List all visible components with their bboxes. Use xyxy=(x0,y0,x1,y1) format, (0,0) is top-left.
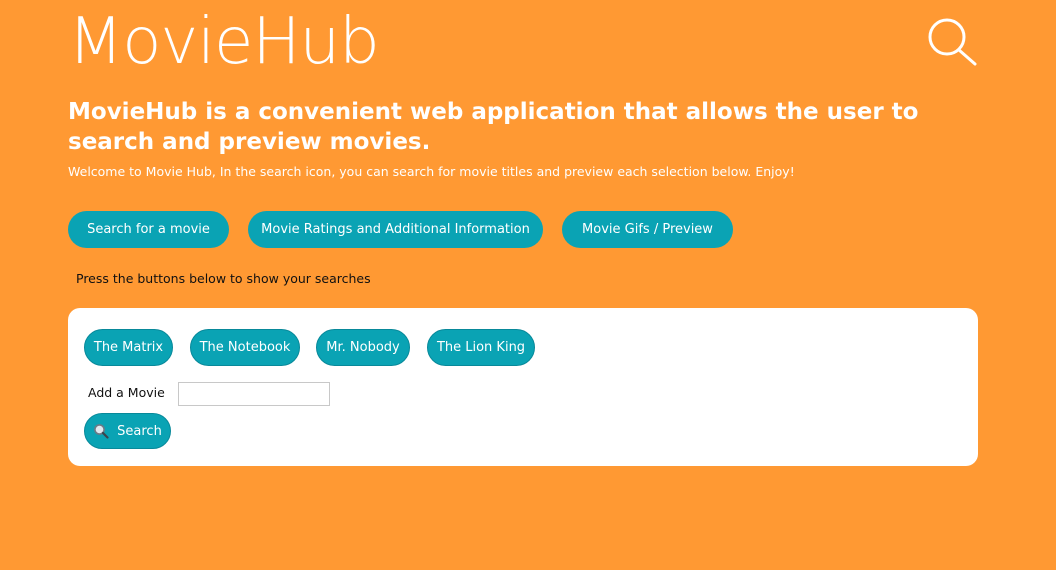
magnifier-icon xyxy=(93,423,109,439)
welcome-text: Welcome to Movie Hub, In the search icon… xyxy=(68,164,795,179)
site-logo: MovieHub xyxy=(68,5,380,79)
movie-button-mr-nobody[interactable]: Mr. Nobody xyxy=(316,329,410,366)
instruction-text: Press the buttons below to show your sea… xyxy=(76,271,371,286)
movie-button-the-lion-king[interactable]: The Lion King xyxy=(427,329,535,366)
search-button-label: Search xyxy=(117,423,162,439)
add-movie-label: Add a Movie xyxy=(88,385,165,400)
search-icon[interactable] xyxy=(926,16,980,66)
ratings-info-button[interactable]: Movie Ratings and Additional Information xyxy=(248,211,543,248)
movie-button-the-matrix[interactable]: The Matrix xyxy=(84,329,173,366)
add-movie-input[interactable] xyxy=(178,382,330,406)
search-button[interactable]: Search xyxy=(84,413,171,449)
movie-button-the-notebook[interactable]: The Notebook xyxy=(190,329,300,366)
search-movie-button[interactable]: Search for a movie xyxy=(68,211,229,248)
gifs-preview-button[interactable]: Movie Gifs / Preview xyxy=(562,211,733,248)
movie-panel: The Matrix The Notebook Mr. Nobody The L… xyxy=(68,308,978,466)
site-tagline: MovieHub is a convenient web application… xyxy=(68,99,919,155)
